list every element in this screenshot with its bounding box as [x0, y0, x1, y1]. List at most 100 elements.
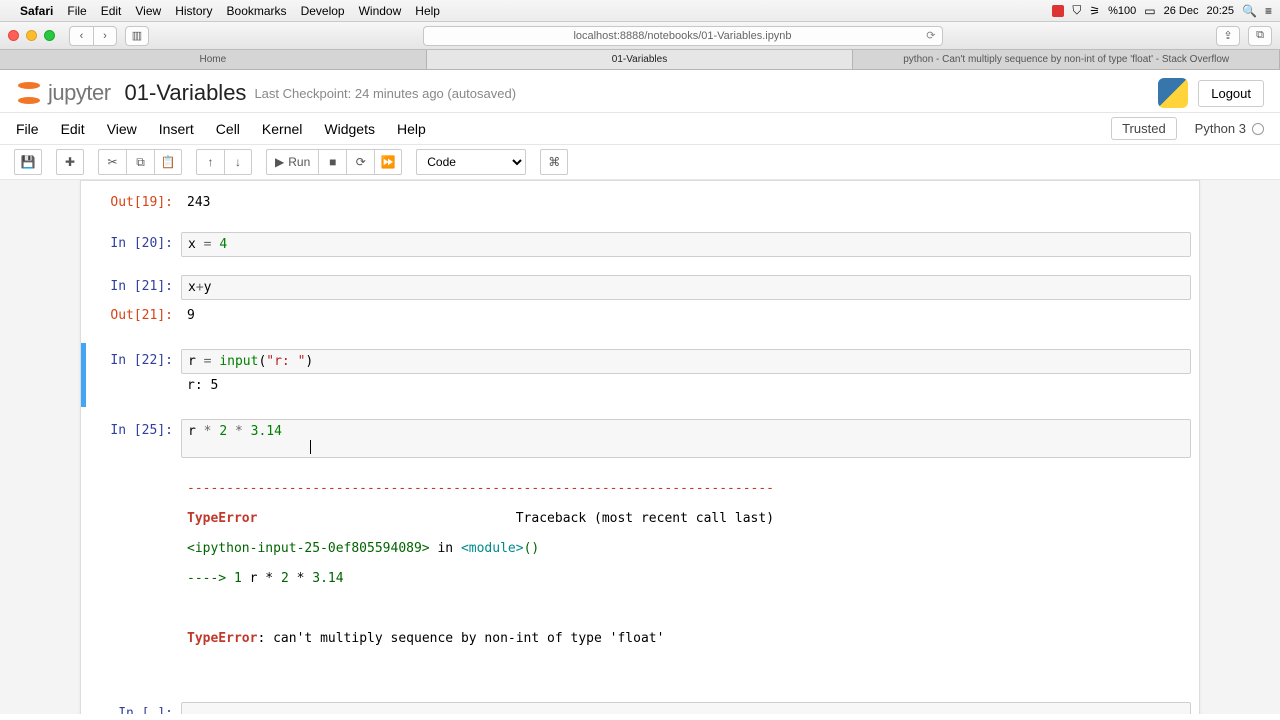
jupyter-logo[interactable]: jupyter — [16, 80, 111, 106]
tab-label: python - Can't multiply sequence by non-… — [903, 54, 1229, 65]
menu-help[interactable]: Help — [397, 121, 426, 137]
copy-button[interactable]: ⧉ — [126, 149, 154, 175]
tab-label: 01-Variables — [612, 54, 667, 65]
forward-button[interactable]: › — [93, 26, 117, 46]
input-prompt: In [20]: — [81, 232, 181, 257]
traceback-output: ----------------------------------------… — [181, 462, 1191, 680]
notebook-title[interactable]: 01-Variables — [125, 80, 247, 106]
run-button[interactable]: ▶ Run — [266, 149, 318, 175]
code-cell-22[interactable]: In [22]: r = input("r: ") r: 5 — [81, 343, 1199, 407]
tab-notebook[interactable]: 01-Variables — [427, 50, 854, 69]
add-cell-button[interactable]: ✚ — [56, 149, 84, 175]
address-bar[interactable]: localhost:8888/notebooks/01-Variables.ip… — [423, 26, 943, 46]
cut-button[interactable]: ✂ — [98, 149, 126, 175]
tab-stackoverflow[interactable]: python - Can't multiply sequence by non-… — [853, 50, 1280, 69]
interrupt-button[interactable]: ■ — [318, 149, 346, 175]
battery-percent: %100 — [1108, 5, 1136, 17]
tabs-button[interactable]: ⧉ — [1248, 26, 1272, 46]
menu-cell[interactable]: Cell — [216, 121, 240, 137]
menubar-date[interactable]: 26 Dec — [1164, 5, 1199, 17]
window-minimize-button[interactable] — [26, 30, 37, 41]
jupyter-toolbar: 💾 ✚ ✂ ⧉ 📋 ↑ ↓ ▶ Run ■ ⟳ ⏩ Code ⌘ — [0, 145, 1280, 180]
move-up-button[interactable]: ↑ — [196, 149, 224, 175]
share-button[interactable]: ⇪ — [1216, 26, 1240, 46]
recording-indicator-icon — [1052, 5, 1064, 17]
output-cell-21: Out[21]: 9 — [81, 302, 1199, 329]
menu-kernel[interactable]: Kernel — [262, 121, 302, 137]
notebook-inner: Out[19]: 243 In [20]: x = 4 In [21]: x+y… — [80, 180, 1200, 714]
code-input[interactable]: r * 2 * 3.14 — [181, 419, 1191, 458]
restart-button[interactable]: ⟳ — [346, 149, 374, 175]
tab-label: Home — [199, 54, 226, 65]
paste-button[interactable]: 📋 — [154, 149, 182, 175]
battery-icon: ▭ — [1144, 4, 1155, 18]
text-cursor — [310, 440, 311, 454]
window-zoom-button[interactable] — [44, 30, 55, 41]
macos-menu-history[interactable]: History — [175, 4, 212, 18]
nav-buttons: ‹ › — [69, 26, 117, 46]
move-down-button[interactable]: ↓ — [224, 149, 252, 175]
save-button[interactable]: 💾 — [14, 149, 42, 175]
menu-view[interactable]: View — [107, 121, 137, 137]
url-text: localhost:8888/notebooks/01-Variables.ip… — [573, 30, 791, 42]
wifi-icon[interactable]: ⚞ — [1089, 4, 1100, 18]
code-cell-21[interactable]: In [21]: x+y — [81, 273, 1199, 302]
trusted-badge[interactable]: Trusted — [1111, 117, 1177, 140]
empty-code-input[interactable] — [188, 707, 1184, 714]
notifications-icon[interactable]: ≡ — [1265, 4, 1272, 18]
input-prompt: In [ ]: — [81, 702, 181, 714]
jupyter-logo-text: jupyter — [48, 80, 111, 106]
window-close-button[interactable] — [8, 30, 19, 41]
macos-menu-edit[interactable]: Edit — [101, 4, 122, 18]
tab-home[interactable]: Home — [0, 50, 427, 69]
menubar-time[interactable]: 20:25 — [1207, 5, 1235, 17]
jupyter-menubar: File Edit View Insert Cell Kernel Widget… — [0, 113, 1280, 145]
python-logo-icon — [1158, 78, 1188, 108]
code-input[interactable]: x = 4 — [181, 232, 1191, 257]
output-stream: r: 5 — [181, 374, 1191, 401]
input-prompt: In [21]: — [81, 275, 181, 300]
code-input[interactable]: x+y — [181, 275, 1191, 300]
macos-menu-develop[interactable]: Develop — [301, 4, 345, 18]
safari-tabbar: Home 01-Variables python - Can't multipl… — [0, 50, 1280, 70]
reload-icon[interactable]: ⟳ — [926, 29, 935, 42]
sidebar-button[interactable]: ▥ — [125, 26, 149, 46]
code-input[interactable]: r = input("r: ") — [181, 349, 1191, 374]
jupyter-header: jupyter 01-Variables Last Checkpoint: 24… — [0, 70, 1280, 113]
restart-run-all-button[interactable]: ⏩ — [374, 149, 402, 175]
command-palette-button[interactable]: ⌘ — [540, 149, 568, 175]
macos-menu-file[interactable]: File — [67, 4, 86, 18]
shield-icon[interactable]: ⛉ — [1072, 3, 1081, 18]
menu-widgets[interactable]: Widgets — [324, 121, 375, 137]
input-prompt: In [25]: — [81, 419, 181, 680]
kernel-name[interactable]: Python 3 — [1195, 121, 1246, 136]
menu-insert[interactable]: Insert — [159, 121, 194, 137]
code-cell-empty[interactable]: In [ ]: — [81, 700, 1199, 714]
output-prompt: Out[21]: — [81, 304, 181, 327]
app-name[interactable]: Safari — [20, 4, 53, 18]
macos-menu-window[interactable]: Window — [359, 4, 402, 18]
logout-button[interactable]: Logout — [1198, 80, 1264, 107]
checkpoint-text: Last Checkpoint: 24 minutes ago (autosav… — [254, 86, 516, 101]
macos-menu-help[interactable]: Help — [415, 4, 440, 18]
back-button[interactable]: ‹ — [69, 26, 93, 46]
input-prompt: In [22]: — [81, 349, 181, 401]
output-prompt: Out[19]: — [81, 191, 181, 214]
macos-menu-bookmarks[interactable]: Bookmarks — [227, 4, 287, 18]
menu-file[interactable]: File — [16, 121, 39, 137]
code-cell-25[interactable]: In [25]: r * 2 * 3.14 ------------------… — [81, 417, 1199, 682]
code-input[interactable] — [181, 702, 1191, 714]
safari-toolbar: ‹ › ▥ localhost:8888/notebooks/01-Variab… — [0, 22, 1280, 50]
run-label: Run — [288, 155, 310, 169]
celltype-select[interactable]: Code — [416, 149, 526, 175]
spotlight-icon[interactable]: 🔍 — [1242, 4, 1257, 18]
macos-menu-view[interactable]: View — [135, 4, 161, 18]
code-cell-20[interactable]: In [20]: x = 4 — [81, 230, 1199, 259]
macos-menubar: Safari File Edit View History Bookmarks … — [0, 0, 1280, 22]
notebook-container[interactable]: Out[19]: 243 In [20]: x = 4 In [21]: x+y… — [0, 180, 1280, 714]
menu-edit[interactable]: Edit — [61, 121, 85, 137]
output-text: 243 — [181, 191, 1191, 214]
jupyter-logo-icon — [16, 80, 42, 106]
output-cell-19: Out[19]: 243 — [81, 189, 1199, 216]
window-controls — [8, 30, 55, 41]
